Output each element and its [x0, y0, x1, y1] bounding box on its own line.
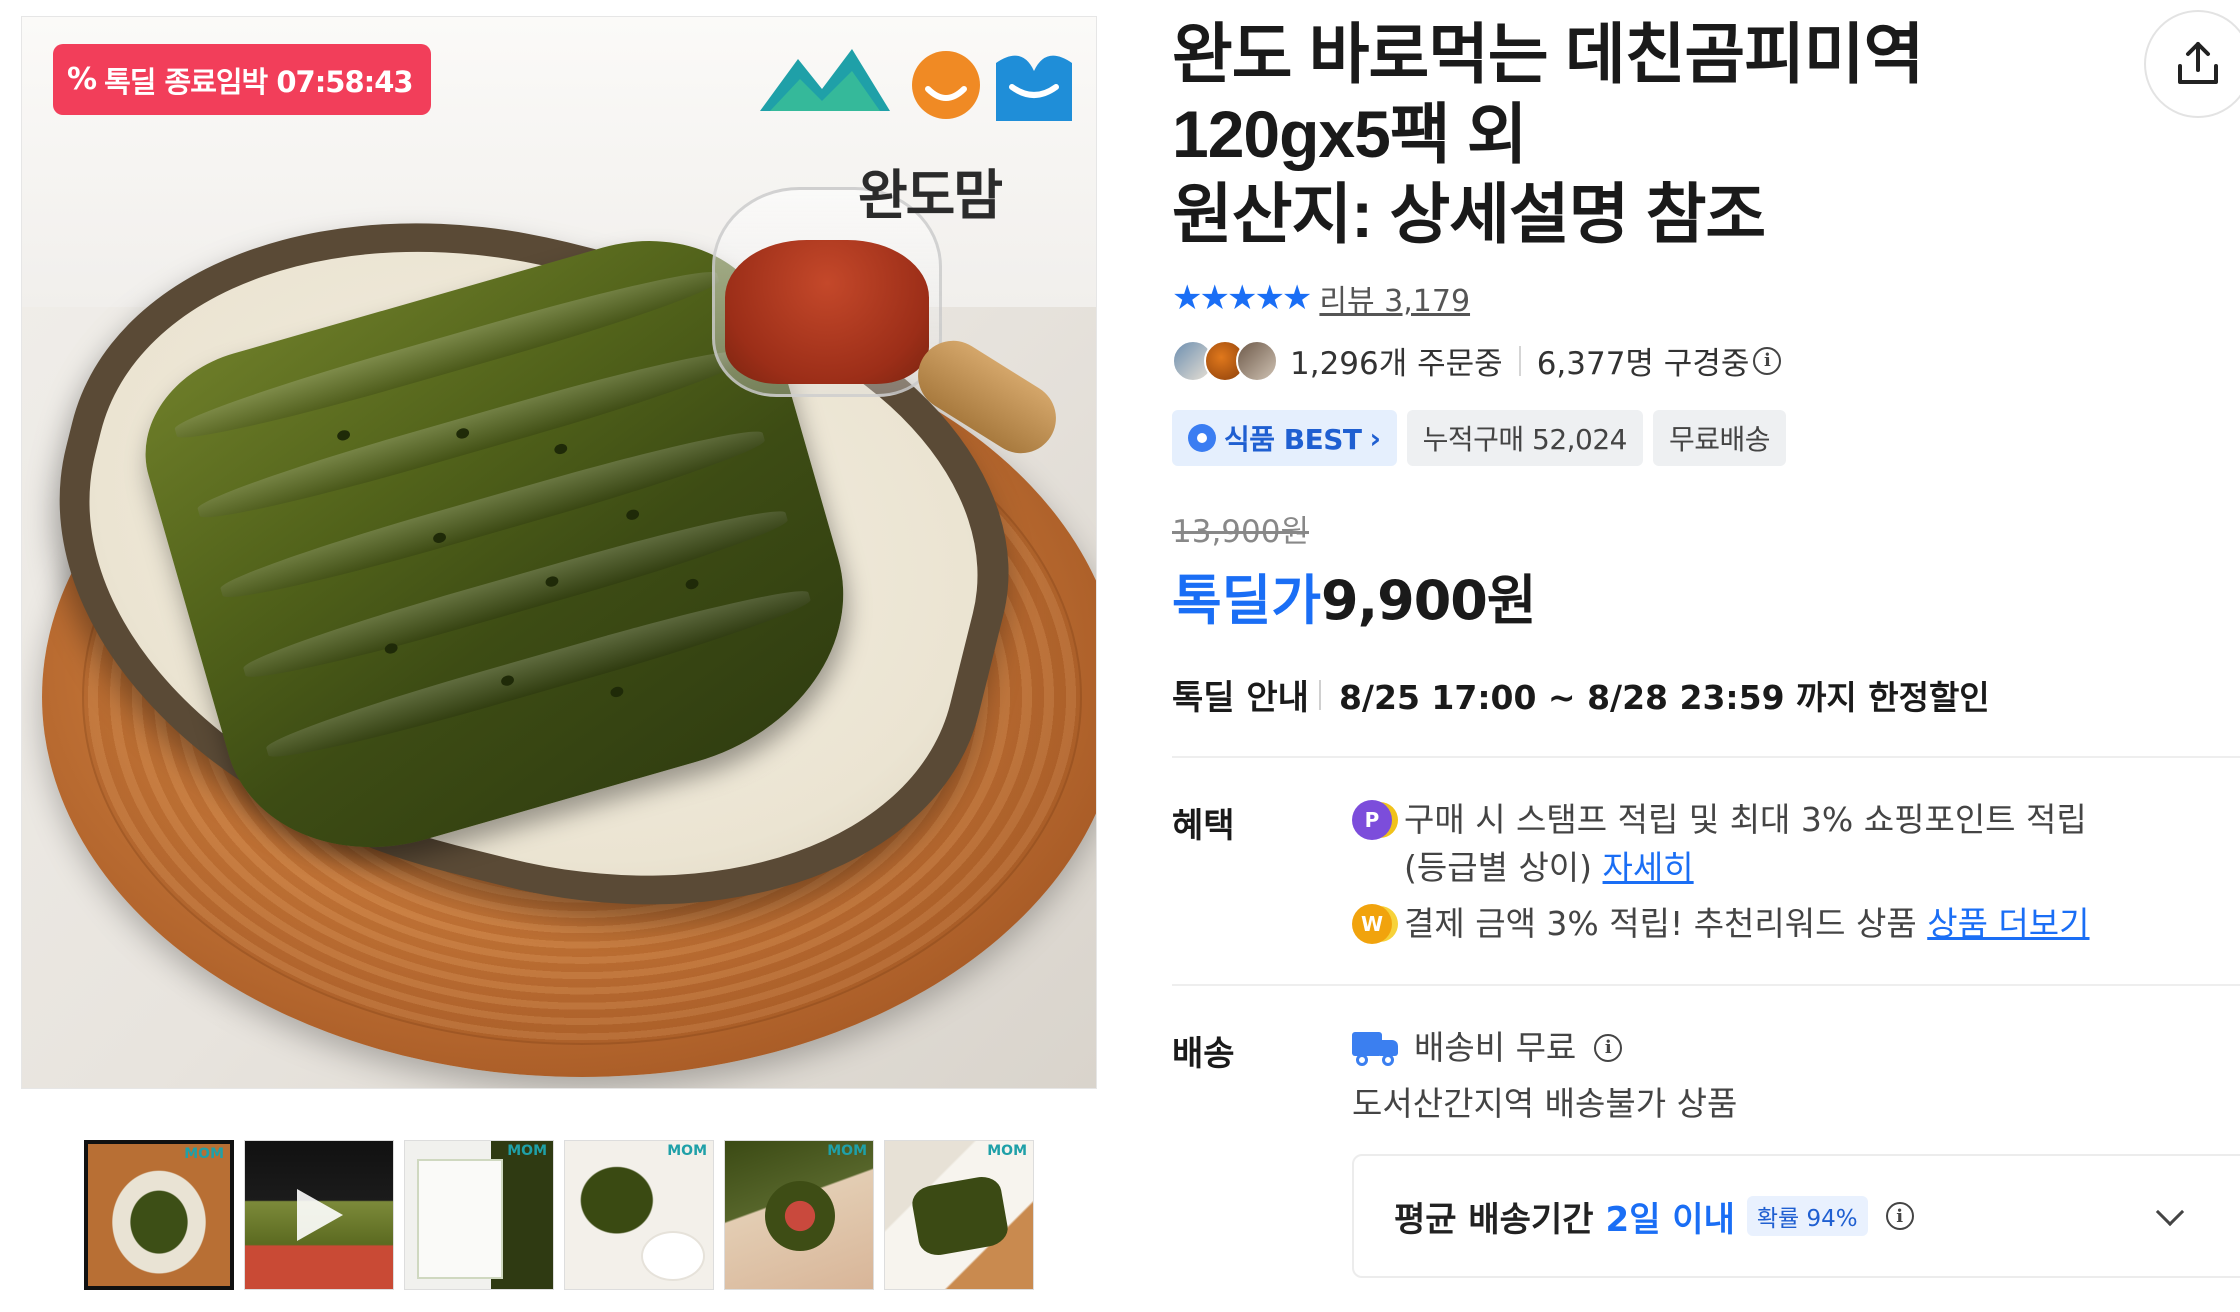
sale-price-label: 톡딜가: [1172, 569, 1322, 632]
info-icon[interactable]: i: [1753, 346, 1782, 375]
thumbnail-3[interactable]: MOM: [404, 1140, 554, 1290]
benefit-section-title: 혜택: [1172, 806, 1235, 846]
thumbnail-5[interactable]: MOM: [724, 1140, 874, 1290]
star-rating-icon: ★★★★★: [1172, 278, 1312, 318]
rating-row: ★★★★★ 리뷰 3,179: [1172, 276, 1470, 320]
badge-icon: [1188, 424, 1216, 452]
info-icon[interactable]: i: [1594, 1034, 1623, 1062]
viewing-count: 6,377명 구경중: [1536, 346, 1750, 382]
tag-food-best[interactable]: 식품 BEST ›: [1172, 410, 1397, 466]
brand-logo: 완도맘: [760, 41, 1090, 231]
shipping-info: 배송비 무료 i 도서산간지역 배송불가 상품: [1352, 1024, 1737, 1128]
deal-info-row: 톡딜 안내 8/25 17:00 ~ 8/28 23:59 까지 한정할인: [1172, 670, 1990, 719]
thumbnail-4[interactable]: MOM: [564, 1140, 714, 1290]
percent-icon: %: [67, 62, 97, 97]
ordering-count: 1,296개 주문중: [1290, 346, 1503, 382]
review-count-link[interactable]: 리뷰 3,179: [1319, 276, 1470, 320]
divider: [1318, 679, 1321, 710]
share-button[interactable]: [2144, 10, 2240, 118]
benefit-item: W 결제 금액 3% 적립! 추천리워드 상품 상품 더보기: [1352, 900, 2090, 948]
product-info-panel: 완도 바로먹는 데친곰피미역 120gx5팩 외 원산지: 상세설명 참조 ★★…: [1172, 0, 2240, 1312]
brand-logo-mark: [760, 49, 1072, 121]
point-coin-icon: P: [1352, 800, 1392, 840]
chevron-right-icon: ›: [1369, 421, 1382, 455]
shipping-note: 도서산간지역 배송불가 상품: [1352, 1084, 1738, 1123]
tag-list: 식품 BEST › 누적구매 52,024 무료배송: [1172, 410, 1787, 466]
deal-timer-badge: % 톡딜 종료임박 07:58:43: [53, 44, 431, 115]
benefit-list: P 구매 시 스탬프 적립 및 최대 3% 쇼핑포인트 적립 (등급별 상이) …: [1352, 796, 2090, 948]
shipping-section-title: 배송: [1172, 1034, 1235, 1074]
divider: [1172, 984, 2240, 986]
social-proof-row: 1,296개 주문중 6,377명 구경중 i: [1172, 338, 1782, 383]
sale-price: 톡딜가 9,900원: [1172, 556, 1537, 635]
tag-label: 무료배송: [1668, 423, 1771, 456]
delivery-label: 평균 배송기간: [1394, 1199, 1594, 1240]
product-title-line-2: 120gx5팩 외: [1172, 97, 1528, 171]
tag-free-shipping: 무료배송: [1652, 410, 1787, 466]
divider: [1172, 756, 2240, 758]
shipping-fee: 배송비 무료: [1414, 1028, 1577, 1067]
thumbnail-2-video[interactable]: [244, 1140, 394, 1290]
benefit-text: 구매 시 스탬프 적립 및 최대 3% 쇼핑포인트 적립: [1404, 800, 2087, 839]
deal-info-label: 톡딜 안내: [1172, 678, 1309, 718]
buyer-avatars: [1172, 339, 1278, 382]
tag-cumulative-purchase: 누적구매 52,024: [1406, 410, 1643, 466]
tag-label: 식품 BEST: [1224, 423, 1362, 456]
product-title-line-3: 원산지: 상세설명 참조: [1172, 177, 1766, 251]
benefit-text: 결제 금액 3% 적립! 추천리워드 상품: [1404, 904, 1917, 943]
benefit-detail-link[interactable]: 자세히: [1603, 848, 1694, 887]
brand-logo-subtitle: 완도맘: [858, 164, 1003, 227]
delivery-probability-chip: 확률 94%: [1746, 1196, 1868, 1236]
delivery-value: 2일 이내: [1605, 1199, 1735, 1240]
more-products-link[interactable]: 상품 더보기: [1927, 904, 2089, 943]
thumbnail-6[interactable]: MOM: [884, 1140, 1034, 1290]
info-icon[interactable]: i: [1885, 1202, 1914, 1230]
avatar: [1236, 339, 1278, 382]
deal-period: 8/25 17:00 ~ 8/28 23:59 까지 한정할인: [1338, 677, 1990, 717]
delivery-estimate-dropdown[interactable]: 평균 배송기간 2일 이내 확률 94% i: [1352, 1154, 2240, 1278]
product-title-line-1: 완도 바로먹는 데친곰피미역: [1172, 17, 1924, 91]
product-title: 완도 바로먹는 데친곰피미역 120gx5팩 외 원산지: 상세설명 참조: [1172, 14, 2072, 254]
sale-price-value: 9,900원: [1321, 569, 1536, 632]
shipping-fee-row: 배송비 무료 i: [1352, 1024, 1737, 1072]
chevron-down-icon: [2155, 1197, 2185, 1227]
thumbnail-strip: MOM MOM MOM MOM MOM: [84, 1140, 1034, 1290]
won-coin-icon: W: [1352, 904, 1392, 944]
benefit-item: P 구매 시 스탬프 적립 및 최대 3% 쇼핑포인트 적립 (등급별 상이) …: [1352, 796, 2090, 892]
deal-timer-text: 톡딜 종료임박 07:58:43: [104, 64, 414, 99]
share-icon: [2178, 42, 2218, 84]
benefit-text: (등급별 상이): [1404, 848, 1593, 887]
thumbnail-1[interactable]: MOM: [84, 1140, 234, 1290]
product-main-image[interactable]: % 톡딜 종료임박 07:58:43 완도맘: [21, 16, 1097, 1089]
truck-icon: [1352, 1030, 1400, 1066]
tag-label: 누적구매 52,024: [1422, 423, 1628, 456]
play-icon: [297, 1189, 343, 1241]
original-price: 13,900원: [1172, 514, 1309, 550]
divider: [1518, 345, 1521, 376]
